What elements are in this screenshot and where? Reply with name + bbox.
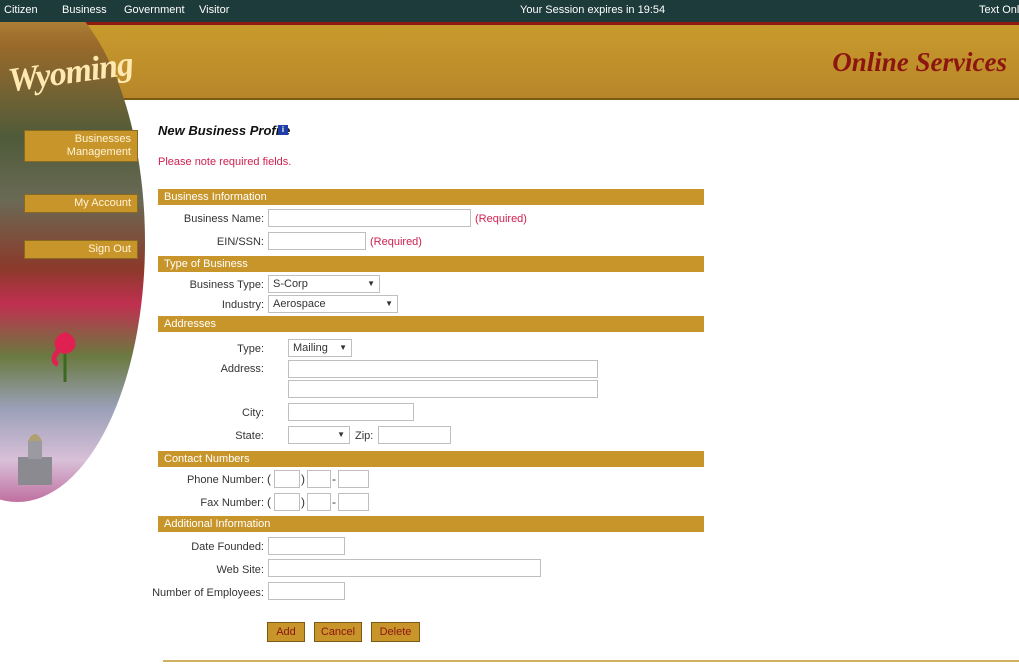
date-founded-input[interactable]: [268, 537, 345, 555]
address-label: Address:: [220, 363, 264, 375]
section-contact-numbers: Contact Numbers: [158, 451, 704, 467]
info-icon[interactable]: i: [278, 125, 288, 135]
fax-open-paren: (: [267, 495, 271, 509]
phone-area-code-input[interactable]: [274, 470, 300, 488]
chevron-down-icon: ▼: [337, 430, 345, 439]
phone-close-paren: ): [301, 472, 305, 486]
sign-out-button[interactable]: Sign Out: [24, 240, 138, 259]
business-type-value: S-Corp: [273, 278, 308, 290]
paintbrush-flower-icon: [51, 332, 76, 382]
address-type-label: Type:: [237, 343, 264, 355]
ein-ssn-required: (Required): [370, 236, 422, 248]
phone-prefix-input[interactable]: [307, 470, 331, 488]
industry-value: Aerospace: [273, 298, 326, 310]
date-founded-label: Date Founded:: [191, 541, 264, 553]
my-account-button[interactable]: My Account: [24, 194, 138, 213]
fax-prefix-input[interactable]: [307, 493, 331, 511]
city-input[interactable]: [288, 403, 414, 421]
city-label: City:: [242, 407, 264, 419]
phone-open-paren: (: [267, 472, 271, 486]
text-only-link[interactable]: Text Onl: [979, 4, 1019, 16]
menu-label-businesses: Businesses: [74, 133, 131, 145]
fax-area-code-input[interactable]: [274, 493, 300, 511]
add-button[interactable]: Add: [267, 622, 305, 642]
section-business-information: Business Information: [158, 189, 704, 205]
nav-government[interactable]: Government: [124, 4, 185, 16]
chevron-down-icon: ▼: [367, 279, 375, 288]
online-services-title: Online Services: [832, 47, 1007, 77]
business-name-input[interactable]: [268, 209, 471, 227]
capitol-building-icon: [18, 434, 52, 485]
business-name-required: (Required): [475, 213, 527, 225]
address-line1-input[interactable]: [288, 360, 598, 378]
section-additional-information: Additional Information: [158, 516, 704, 532]
section-addresses: Addresses: [158, 316, 704, 332]
zip-input[interactable]: [378, 426, 451, 444]
businesses-management-button[interactable]: Businesses Management: [24, 130, 138, 162]
industry-select[interactable]: Aerospace ▼: [268, 295, 398, 313]
cancel-button[interactable]: Cancel: [314, 622, 362, 642]
fax-number-label: Fax Number:: [200, 497, 264, 509]
top-nav-bar: Citizen Business Government Visitor Your…: [0, 0, 1019, 22]
chevron-down-icon: ▼: [385, 299, 393, 308]
header-banner: Online Services: [0, 22, 1019, 100]
address-type-select[interactable]: Mailing ▼: [288, 339, 352, 357]
delete-button[interactable]: Delete: [371, 622, 420, 642]
industry-label: Industry:: [221, 299, 264, 311]
business-name-label: Business Name:: [183, 213, 264, 225]
phone-dash: -: [332, 472, 336, 486]
section-type-of-business: Type of Business: [158, 256, 704, 272]
web-site-input[interactable]: [268, 559, 541, 577]
menu-label-management: Management: [66, 146, 131, 158]
phone-line-input[interactable]: [338, 470, 369, 488]
fax-close-paren: ): [301, 495, 305, 509]
business-type-label: Business Type:: [189, 279, 264, 291]
address-line2-input[interactable]: [288, 380, 598, 398]
employees-label: Number of Employees:: [152, 587, 264, 599]
footer-divider: [163, 660, 1019, 662]
ein-ssn-label: EIN/SSN:: [216, 236, 264, 248]
left-decoration: Wyoming: [0, 22, 150, 502]
nav-visitor[interactable]: Visitor: [199, 4, 229, 16]
nav-business[interactable]: Business: [62, 4, 107, 16]
address-type-value: Mailing: [293, 342, 328, 354]
session-timer: Your Session expires in 19:54: [520, 4, 666, 16]
employees-input[interactable]: [268, 582, 345, 600]
fax-line-input[interactable]: [338, 493, 369, 511]
state-label: State:: [235, 430, 264, 442]
phone-number-label: Phone Number:: [186, 474, 264, 486]
zip-label: Zip:: [355, 430, 374, 442]
ein-ssn-input[interactable]: [268, 232, 366, 250]
required-fields-note: Please note required fields.: [158, 156, 292, 168]
fax-dash: -: [332, 495, 336, 509]
page-title: New Business Profile: [158, 123, 291, 138]
chevron-down-icon: ▼: [339, 343, 347, 352]
nav-citizen[interactable]: Citizen: [4, 4, 38, 16]
web-site-label: Web Site:: [216, 564, 265, 576]
state-select[interactable]: ▼: [288, 426, 350, 444]
business-type-select[interactable]: S-Corp ▼: [268, 275, 380, 293]
